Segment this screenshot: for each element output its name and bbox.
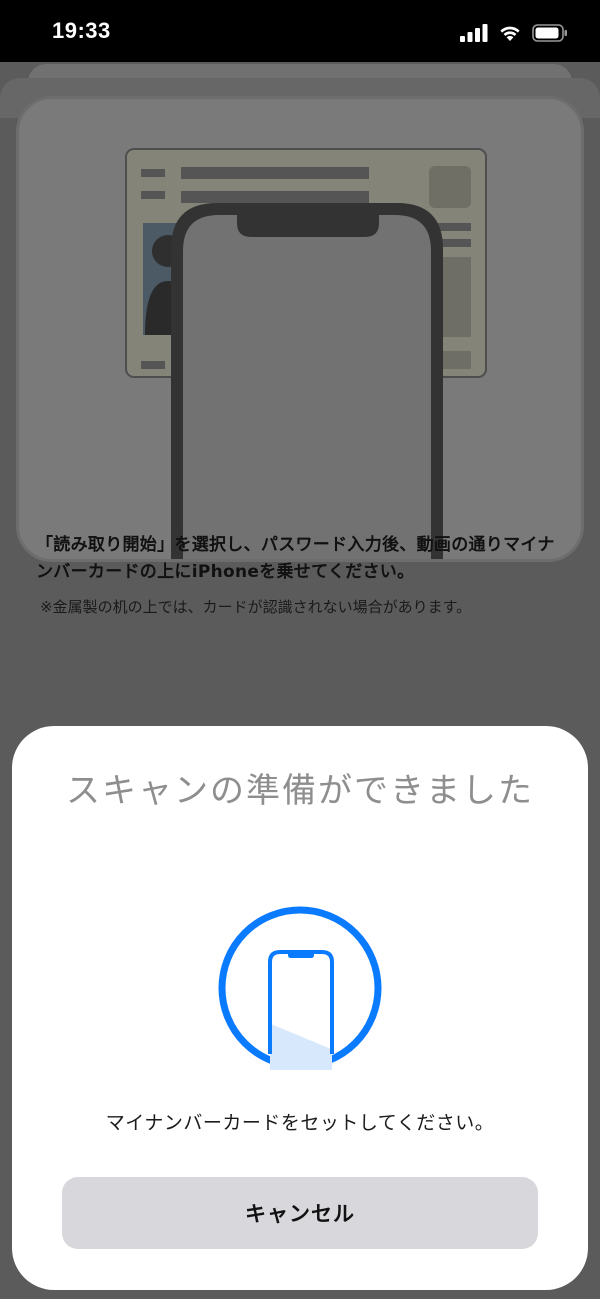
instruction-text: 「読み取り開始」を選択し、パスワード入力後、動画の通りマイナンバーカードの上にi… bbox=[36, 535, 555, 582]
cancel-button[interactable]: キャンセル bbox=[62, 1177, 538, 1249]
scan-sheet: スキャンの準備ができました マイナンバーカードをセットしてください。 キャンセル bbox=[12, 726, 588, 1290]
battery-icon bbox=[532, 24, 567, 42]
set-card-message: マイナンバーカードをセットしてください。 bbox=[105, 1112, 495, 1134]
status-icons bbox=[460, 20, 568, 46]
status-time: 19:33 bbox=[52, 18, 111, 43]
status-bar: 19:33 bbox=[0, 0, 600, 62]
metal-desk-note: ※金属製の机の上では、カードが認識されない場合があります。 bbox=[40, 598, 472, 616]
card-and-phone-illustration bbox=[125, 148, 487, 559]
illustration-panel bbox=[16, 96, 584, 562]
cellular-signal-icon bbox=[460, 24, 488, 42]
wifi-icon bbox=[500, 26, 520, 41]
scan-ready-title: スキャンの準備ができました bbox=[66, 771, 534, 811]
iphone-illustration bbox=[171, 203, 443, 559]
phone-scan-icon bbox=[218, 906, 382, 1070]
